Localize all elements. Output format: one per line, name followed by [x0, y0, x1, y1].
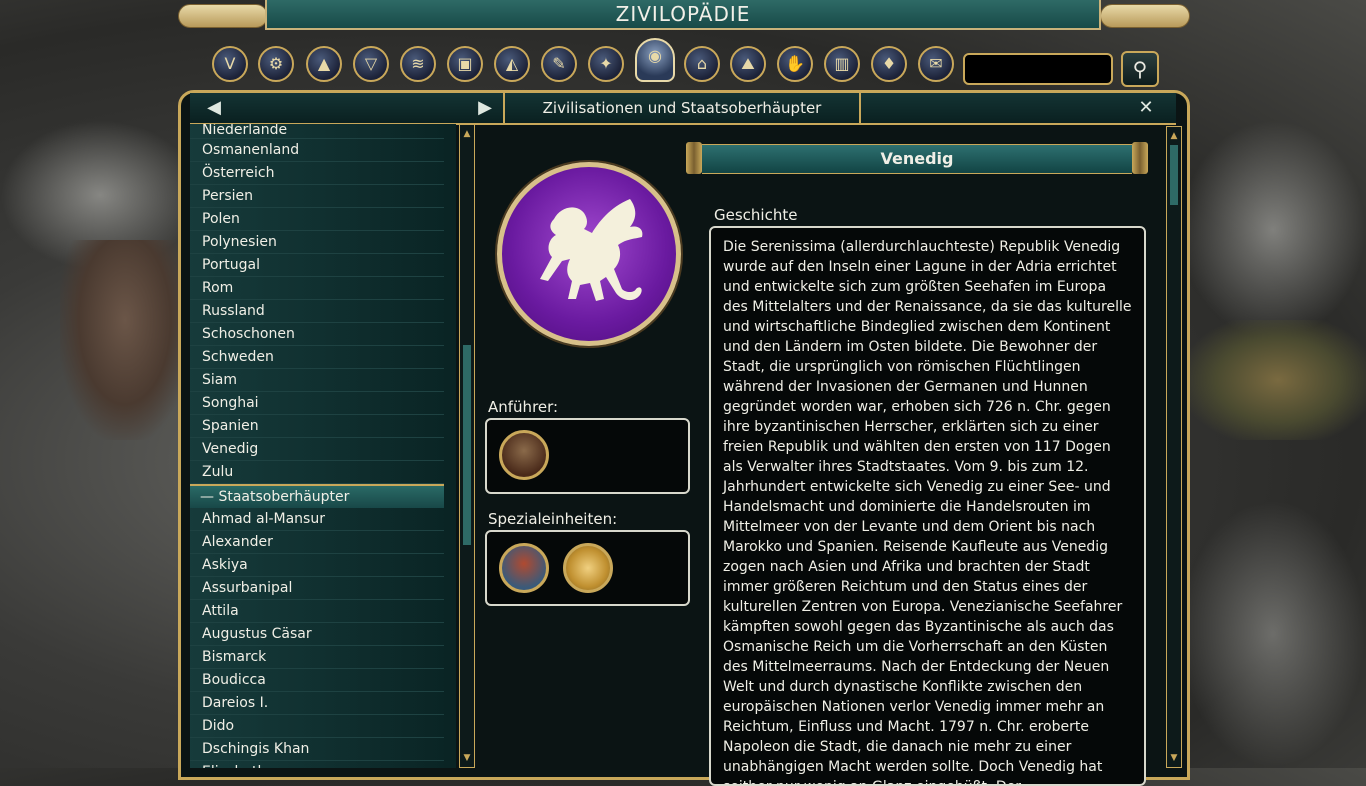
background-cloud: [1180, 500, 1366, 768]
list-item[interactable]: Ahmad al-Mansur: [190, 508, 444, 531]
list-item[interactable]: Attila: [190, 600, 444, 623]
buildings-icon[interactable]: ▣: [447, 46, 483, 82]
search-button[interactable]: ⚲: [1121, 51, 1159, 87]
list-item[interactable]: Zulu: [190, 461, 444, 484]
forward-arrow-icon[interactable]: ▶: [473, 93, 497, 123]
tech-icon[interactable]: ⚙: [258, 46, 294, 82]
entry-list: Niederlande Osmanenland Österreich Persien P…: [190, 124, 456, 768]
leaders-section-header[interactable]: — Staatsoberhäupter: [190, 484, 444, 508]
list-item[interactable]: Songhai: [190, 392, 444, 415]
scroll-up-icon[interactable]: ▲: [1168, 129, 1180, 143]
list-item[interactable]: Österreich: [190, 162, 444, 185]
list-item[interactable]: Niederlande: [190, 124, 444, 139]
terrain-icon[interactable]: ⛰: [730, 46, 766, 82]
wonders-icon[interactable]: ◭: [494, 46, 530, 82]
scroll-down-icon[interactable]: ▼: [1168, 751, 1180, 765]
background-terrain: [1190, 320, 1366, 440]
divider: [859, 93, 861, 123]
civilization-emblem: [497, 162, 681, 346]
list-item[interactable]: Portugal: [190, 254, 444, 277]
background-terrain: [60, 240, 190, 440]
resources-icon[interactable]: ✋: [777, 46, 813, 82]
list-item[interactable]: Dschingis Khan: [190, 738, 444, 761]
winged-lion-icon: [540, 199, 643, 301]
civ-name: Venedig: [702, 144, 1132, 174]
policies-icon[interactable]: ✎: [541, 46, 577, 82]
ranks-icon[interactable]: ≋: [400, 46, 436, 82]
close-icon[interactable]: ✕: [1134, 93, 1158, 123]
navigation-bar: ◀ ▶ Zivilisationen und Staatsoberhäupter…: [190, 93, 1176, 125]
civ-name-banner: Venedig: [686, 142, 1148, 174]
city-states-icon[interactable]: ⌂: [684, 46, 720, 82]
scroll-thumb[interactable]: [463, 345, 471, 545]
list-item[interactable]: Venedig: [190, 438, 444, 461]
magnifier-icon: ⚲: [1132, 57, 1148, 81]
list-item[interactable]: Rom: [190, 277, 444, 300]
list-item[interactable]: Schoschonen: [190, 323, 444, 346]
list-item[interactable]: Augustus Cäsar: [190, 623, 444, 646]
list-item[interactable]: Siam: [190, 369, 444, 392]
scroll-up-icon[interactable]: ▲: [461, 127, 473, 141]
window-title: ZIVILOPÄDIE: [265, 0, 1101, 30]
list-item[interactable]: Bismarck: [190, 646, 444, 669]
title-scroll-ornament-left: [178, 0, 268, 34]
content-scrollbar[interactable]: ▲ ▼: [1166, 126, 1182, 768]
list-item[interactable]: Assurbanipal: [190, 577, 444, 600]
history-text: Die Serenissima (allerdurchlauchteste) R…: [709, 226, 1146, 786]
special-units-box: [485, 530, 690, 606]
title-scroll-ornament-right: [1100, 0, 1190, 34]
special-units-label: Spezialeinheiten:: [488, 510, 618, 528]
history-label: Geschichte: [714, 206, 798, 224]
list-item[interactable]: Dido: [190, 715, 444, 738]
world-congress-icon[interactable]: ✉: [918, 46, 954, 82]
list-item[interactable]: Schweden: [190, 346, 444, 369]
divider: [503, 93, 505, 123]
improvements-icon[interactable]: ▥: [824, 46, 860, 82]
great-people-icon[interactable]: ✦: [588, 46, 624, 82]
leader-box: [485, 418, 690, 494]
list-item[interactable]: Dareios I.: [190, 692, 444, 715]
list-item[interactable]: Osmanenland: [190, 139, 444, 162]
list-scrollbar[interactable]: ▲ ▼: [459, 124, 475, 768]
section-title: Zivilisationen und Staatsoberhäupter: [542, 99, 822, 117]
units-icon[interactable]: ▲: [306, 46, 342, 82]
promotions-icon[interactable]: ▽: [353, 46, 389, 82]
leader-portrait[interactable]: [499, 430, 549, 480]
banner-cap: [686, 142, 702, 174]
unique-unit-portrait[interactable]: [563, 543, 613, 593]
scroll-thumb[interactable]: [1170, 145, 1178, 205]
list-item[interactable]: Askiya: [190, 554, 444, 577]
unique-unit-portrait[interactable]: [499, 543, 549, 593]
list-item[interactable]: Persien: [190, 185, 444, 208]
leader-label: Anführer:: [488, 398, 559, 416]
list-item[interactable]: Polen: [190, 208, 444, 231]
list-item[interactable]: Alexander: [190, 531, 444, 554]
home-icon[interactable]: V: [212, 46, 248, 82]
scroll-down-icon[interactable]: ▼: [461, 751, 473, 765]
list-item[interactable]: Polynesien: [190, 231, 444, 254]
list-item[interactable]: Spanien: [190, 415, 444, 438]
list-item[interactable]: Elisabeth: [190, 761, 444, 768]
back-arrow-icon[interactable]: ◀: [202, 93, 226, 123]
list-item[interactable]: Russland: [190, 300, 444, 323]
religion-icon[interactable]: ♦: [871, 46, 907, 82]
civilizations-icon[interactable]: ◉: [635, 38, 675, 82]
banner-cap: [1132, 142, 1148, 174]
list-item[interactable]: Boudicca: [190, 669, 444, 692]
search-input[interactable]: [963, 53, 1113, 85]
background-cloud: [1180, 120, 1366, 340]
